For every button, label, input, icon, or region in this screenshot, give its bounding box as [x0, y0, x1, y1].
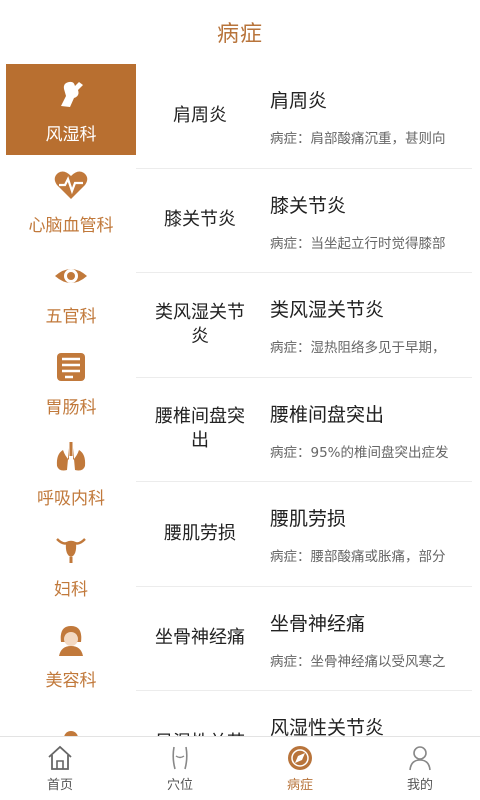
disease-info: 类风湿关节炎 病症：湿热阻络多见于早期，: [264, 273, 472, 377]
body-icon: [166, 744, 194, 772]
disease-short-name: 类风湿关节炎: [155, 301, 245, 347]
tab-acupoints[interactable]: 穴位: [120, 737, 240, 800]
tab-label: 病症: [286, 778, 313, 793]
disease-short-name: 膝关节炎: [164, 209, 236, 231]
disease-desc: 病症：湿热阻络多见于早期，: [270, 340, 446, 356]
tab-label: 首页: [46, 778, 73, 793]
disease-desc: 病症：腰部酸痛或胀痛，部分: [270, 549, 446, 565]
disease-info: 腰椎间盘突出 病症：95%的椎间盘突出症发: [264, 378, 472, 482]
disease-title: 腰椎间盘突出: [270, 403, 385, 426]
tab-home[interactable]: 首页: [0, 737, 120, 800]
woman-face-icon: [51, 620, 91, 660]
compass-icon: [286, 744, 314, 772]
disease-title: 腰肌劳损: [270, 508, 347, 530]
disease-title: 肩周炎: [270, 90, 328, 112]
disease-info: 坐骨神经痛 病症：坐骨神经痛以受风寒之: [264, 587, 472, 691]
disease-desc: 病症：当坐起立行时觉得膝部: [270, 235, 446, 252]
tab-profile[interactable]: 我的: [360, 737, 480, 800]
bottom-tab-bar: 首页 穴位 病症 我的: [0, 736, 480, 800]
sidebar-item-label: 五官科: [45, 307, 97, 327]
sidebar-item-gastro[interactable]: 胃肠科: [6, 337, 136, 428]
lungs-icon: [51, 438, 91, 478]
sidebar-item-gynecology[interactable]: 妇科: [6, 519, 136, 610]
person-icon: [51, 724, 91, 736]
disease-info: 风湿性关节炎: [264, 691, 472, 736]
disease-info: 肩周炎 病症：肩部酸痛沉重，甚则向: [264, 64, 472, 168]
sidebar-item-respiratory[interactable]: 呼吸内科: [6, 428, 136, 519]
tab-label: 穴位: [166, 778, 193, 793]
disease-info: 膝关节炎 病症：当坐起立行时觉得膝部: [264, 169, 472, 273]
list-item[interactable]: 腰椎间盘突出 腰椎间盘突出 病症：95%的椎间盘突出症发: [136, 378, 472, 482]
sidebar-item-label: 呼吸内科: [37, 489, 105, 509]
list-item[interactable]: 腰肌劳损 腰肌劳损 病症：腰部酸痛或胀痛，部分: [136, 482, 472, 587]
heart-pulse-icon: [51, 165, 91, 205]
disease-desc: 病症：肩部酸痛沉重，甚则向: [270, 131, 446, 147]
tab-diseases[interactable]: 病症: [240, 737, 360, 800]
sidebar-item-label: 胃肠科: [45, 398, 97, 418]
disease-title: 坐骨神经痛: [270, 612, 366, 635]
sidebar-item-label: 心脑血管科: [28, 216, 114, 236]
disease-title: 风湿性关节炎: [270, 717, 385, 736]
list-item[interactable]: 肩周炎 肩周炎 病症：肩部酸痛沉重，甚则向: [136, 64, 472, 169]
joint-icon: [51, 74, 91, 114]
sidebar-item-ent[interactable]: 五官科: [6, 246, 136, 337]
disease-short-name: 肩周炎: [173, 104, 227, 126]
disease-desc: 病症：95%的椎间盘突出症发: [270, 444, 449, 461]
sidebar-item-cardiology[interactable]: 心脑血管科: [6, 155, 136, 246]
page-title: 病症: [216, 22, 263, 47]
header: 病症: [0, 0, 480, 64]
home-icon: [46, 744, 74, 772]
sidebar-item-more[interactable]: [6, 701, 136, 736]
category-sidebar[interactable]: 风湿科 心脑血管科 五官科 胃肠科 呼吸内科 妇科 美容科: [6, 64, 136, 736]
disease-short-name: 腰椎间盘突出: [155, 406, 245, 452]
disease-list[interactable]: 肩周炎 肩周炎 病症：肩部酸痛沉重，甚则向 膝关节炎 膝关节炎 病症：当坐起立行…: [136, 64, 472, 736]
disease-title: 膝关节炎: [270, 194, 347, 217]
sidebar-item-label: 美容科: [45, 671, 97, 691]
disease-desc: 病症：坐骨神经痛以受风寒之: [270, 653, 446, 670]
list-item[interactable]: 膝关节炎 膝关节炎 病症：当坐起立行时觉得膝部: [136, 169, 472, 273]
user-icon: [406, 744, 434, 772]
disease-short-name: 风湿性关节: [136, 691, 264, 736]
sidebar-item-label: 妇科: [54, 580, 88, 600]
sidebar-item-rheumatology[interactable]: 风湿科: [6, 64, 136, 155]
intestine-icon: [51, 347, 91, 387]
list-item[interactable]: 类风湿关节炎 类风湿关节炎 病症：湿热阻络多见于早期，: [136, 273, 472, 378]
eye-icon: [51, 256, 91, 296]
list-item[interactable]: 风湿性关节 风湿性关节炎: [136, 691, 472, 736]
disease-title: 类风湿关节炎: [270, 299, 385, 321]
sidebar-item-beauty[interactable]: 美容科: [6, 610, 136, 701]
disease-short-name: 腰肌劳损: [164, 522, 236, 544]
list-item[interactable]: 坐骨神经痛 坐骨神经痛 病症：坐骨神经痛以受风寒之: [136, 587, 472, 691]
tab-label: 我的: [406, 778, 433, 793]
disease-info: 腰肌劳损 病症：腰部酸痛或胀痛，部分: [264, 482, 472, 586]
app-root: 病症 风湿科 心脑血管科 五官科 胃肠科 呼吸内科 妇科 美容科 肩周炎 肩周炎…: [0, 0, 480, 800]
sidebar-item-label: 风湿科: [45, 125, 97, 145]
uterus-icon: [51, 529, 91, 569]
disease-short-name: 坐骨神经痛: [155, 627, 245, 649]
